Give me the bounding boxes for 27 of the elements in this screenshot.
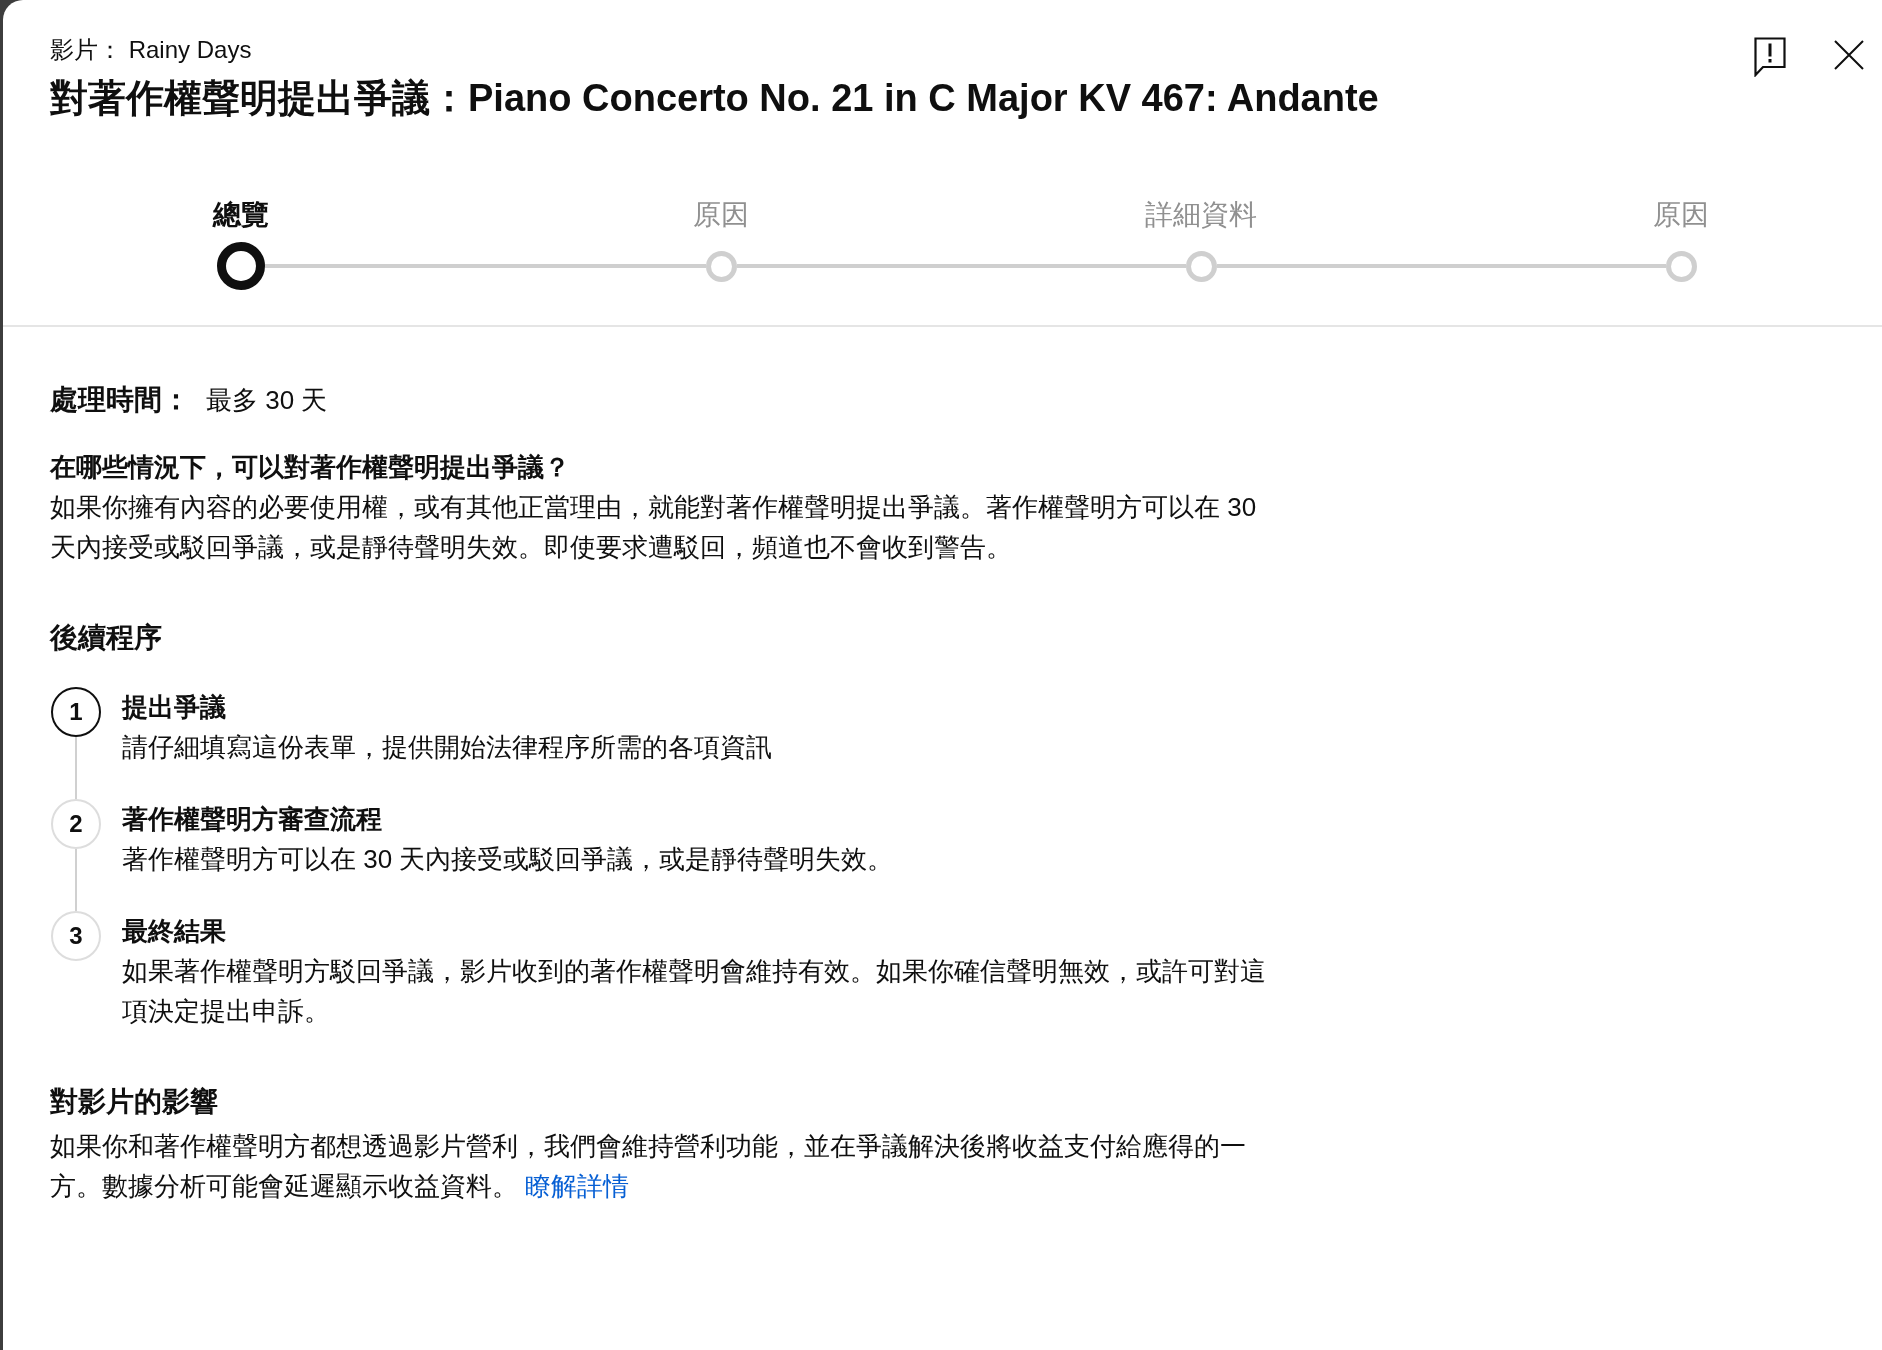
- step-number: 3: [51, 911, 101, 961]
- dialog-title: 對著作權聲明提出爭議：Piano Concerto No. 21 in C Major KV 467: Andante: [50, 76, 1379, 121]
- feedback-icon: [1754, 37, 1786, 77]
- step-label: 原因: [1653, 198, 1709, 232]
- step-title: 著作權聲明方審查流程: [122, 803, 382, 836]
- step-label: 詳細資料: [1145, 198, 1257, 232]
- eligibility-text: 如果你擁有內容的必要使用權，或有其他正當理由，就能對著作權聲明提出爭議。著作權聲明方可以在 30 天內接受或駁回爭議，或是靜待聲明失效。即使要求遭駁回，頻道也不會收到警告。: [50, 491, 1258, 564]
- feedback-button[interactable]: [1754, 37, 1786, 77]
- step-description: 著作權聲明方可以在 30 天內接受或駁回爭議，或是靜待聲明失效。: [122, 843, 895, 876]
- processing-time-label: 處理時間：: [50, 383, 190, 417]
- step-label: 總覽: [213, 198, 269, 232]
- step-number: 2: [51, 799, 101, 849]
- video-label: 影片： Rainy Days: [50, 35, 252, 65]
- step-description: 請仔細填寫這份表單，提供開始法律程序所需的各項資訊: [122, 731, 773, 764]
- impact-text: 如果你和著作權聲明方都想透過影片營利，我們會維持營利功能，並在爭議解決後將收益支付給應得的一方。數據分析可能會延遲顯示收益資料。 瞭解詳情: [50, 1130, 1247, 1203]
- learn-more-link[interactable]: 瞭解詳情: [525, 1171, 630, 1201]
- step-description: 如果著作權聲明方駁回爭議，影片收到的著作權聲明會維持有效。如果你確信聲明無效，或許可對這項決定提出申訴。: [122, 955, 1267, 1028]
- eligibility-heading: 在哪些情況下，可以對著作權聲明提出爭議？: [50, 451, 570, 484]
- processing-time-value: 最多 30 天: [206, 384, 328, 417]
- impact-heading: 對影片的影響: [50, 1085, 218, 1119]
- step-number: 1: [51, 687, 101, 737]
- step-title: 最終結果: [122, 915, 226, 948]
- step-label: 原因: [693, 198, 749, 232]
- next-steps-heading: 後續程序: [50, 621, 162, 655]
- close-icon: [1834, 40, 1864, 70]
- step-title: 提出爭議: [122, 691, 226, 724]
- close-button[interactable]: [1834, 40, 1864, 70]
